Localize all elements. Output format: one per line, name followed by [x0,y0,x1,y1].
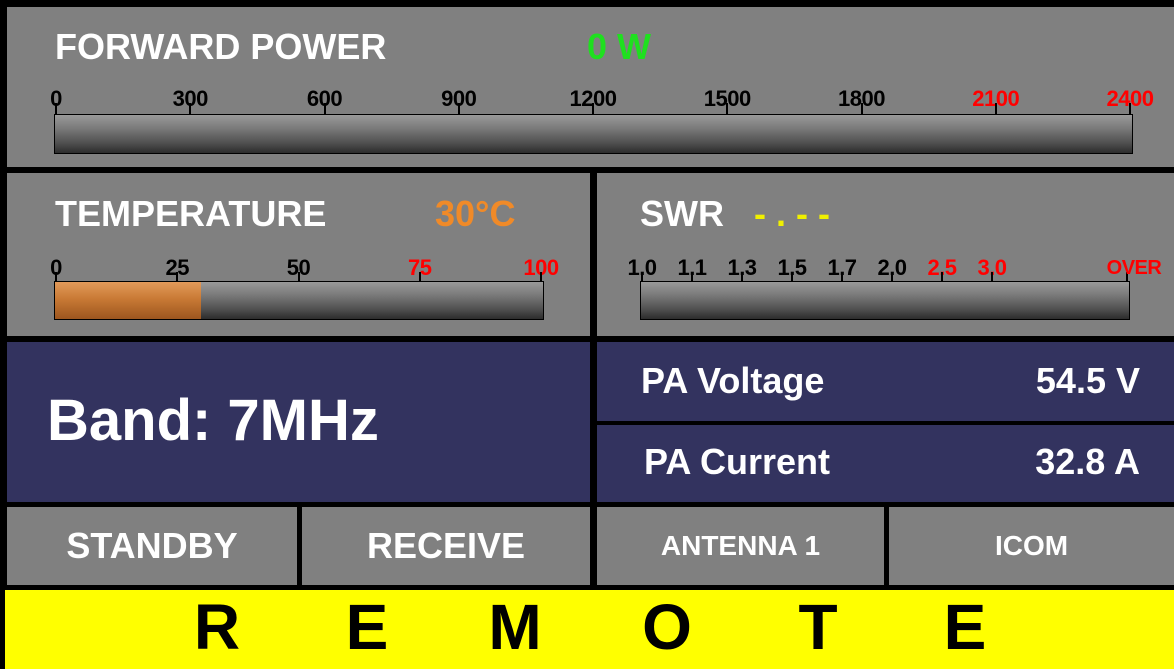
temperature-bar-fill [55,282,202,319]
remote-letter: R [193,591,241,663]
swr-panel: SWR - . - - 1.0 1.1 1.3 1.5 1.7 2.0 2.5 3.0 OVE… [597,173,1174,336]
pa-current-value: 32.8 A [1035,441,1140,482]
temperature-bar [54,281,544,320]
pa-voltage-panel: PA Voltage 54.5 V [597,342,1174,421]
antenna-button-label: ANTENNA 1 [660,530,821,561]
swr-bar [640,281,1130,320]
radio-button[interactable]: ICOM [889,507,1174,585]
swr-value: - . - - [754,193,830,234]
remote-letter: E [943,591,987,663]
forward-power-panel: FORWARD POWER 0 W 0 300 600 900 1200 1500 1800… [7,7,1174,167]
forward-power-value: 0 W [587,26,652,67]
forward-power-title: FORWARD POWER [55,26,387,67]
pa-voltage-label: PA Voltage [641,360,825,401]
receive-button[interactable]: RECEIVE [302,507,590,585]
standby-button[interactable]: STANDBY [7,507,297,585]
band-panel: Band: 7MHz [7,342,590,502]
forward-power-bar [54,114,1133,154]
standby-button-label: STANDBY [66,525,238,566]
temperature-title: TEMPERATURE [55,193,327,234]
temperature-panel: TEMPERATURE 30°C 0 25 50 75 100 [7,173,590,336]
remote-letter: E [345,591,389,663]
swr-title: SWR [640,193,724,234]
remote-letter: O [642,591,692,663]
pa-current-panel: PA Current 32.8 A [597,425,1174,502]
radio-button-label: ICOM [994,530,1069,561]
temperature-value: 30°C [435,193,516,234]
band-label: Band: 7MHz [47,388,379,453]
remote-banner [5,590,1174,669]
swr-over-label: OVER [1106,257,1162,279]
remote-letter: M [488,591,542,663]
pa-voltage-value: 54.5 V [1035,360,1140,401]
remote-letter: T [798,591,838,663]
antenna-button[interactable]: ANTENNA 1 [597,507,884,585]
pa-current-label: PA Current [644,441,831,482]
receive-button-label: RECEIVE [366,525,526,566]
